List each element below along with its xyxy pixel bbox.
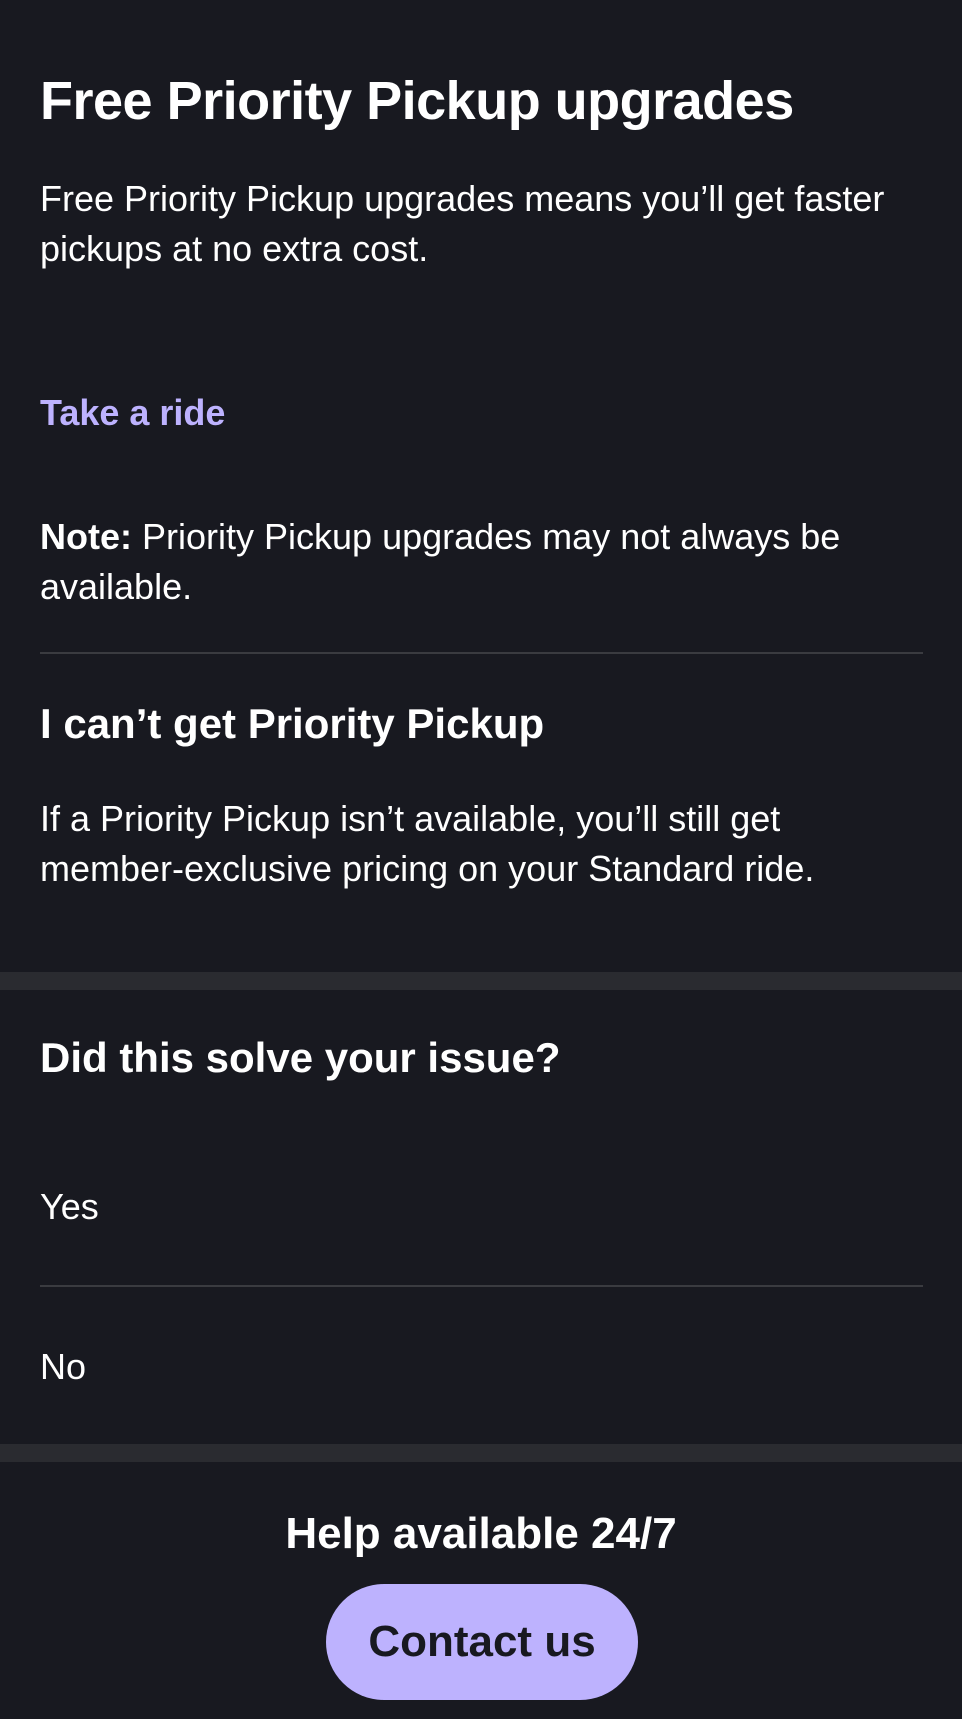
take-a-ride-link[interactable]: Take a ride [40, 388, 225, 438]
intro-text: Free Priority Pickup upgrades means you’… [40, 178, 885, 269]
section-separator [0, 1444, 962, 1462]
note-body: Priority Pickup upgrades may not always … [40, 516, 841, 607]
section-heading: I can’t get Priority Pickup [40, 700, 545, 747]
contact-us-button[interactable]: Contact us [326, 1584, 638, 1700]
divider [40, 1285, 923, 1287]
note-text: Note: Priority Pickup upgrades may not a… [40, 512, 920, 612]
feedback-yes-button[interactable]: Yes [40, 1182, 99, 1232]
help-title: Help available 24/7 [285, 1509, 677, 1558]
section-body: If a Priority Pickup isn’t available, yo… [40, 798, 815, 889]
feedback-question: Did this solve your issue? [40, 1034, 561, 1081]
divider [40, 652, 923, 654]
note-label: Note: [40, 516, 132, 557]
article-section: Free Priority Pickup upgrades Free Prior… [0, 0, 962, 972]
feedback-no-button[interactable]: No [40, 1342, 86, 1392]
page-title: Free Priority Pickup upgrades [40, 71, 794, 131]
section-separator [0, 972, 962, 990]
